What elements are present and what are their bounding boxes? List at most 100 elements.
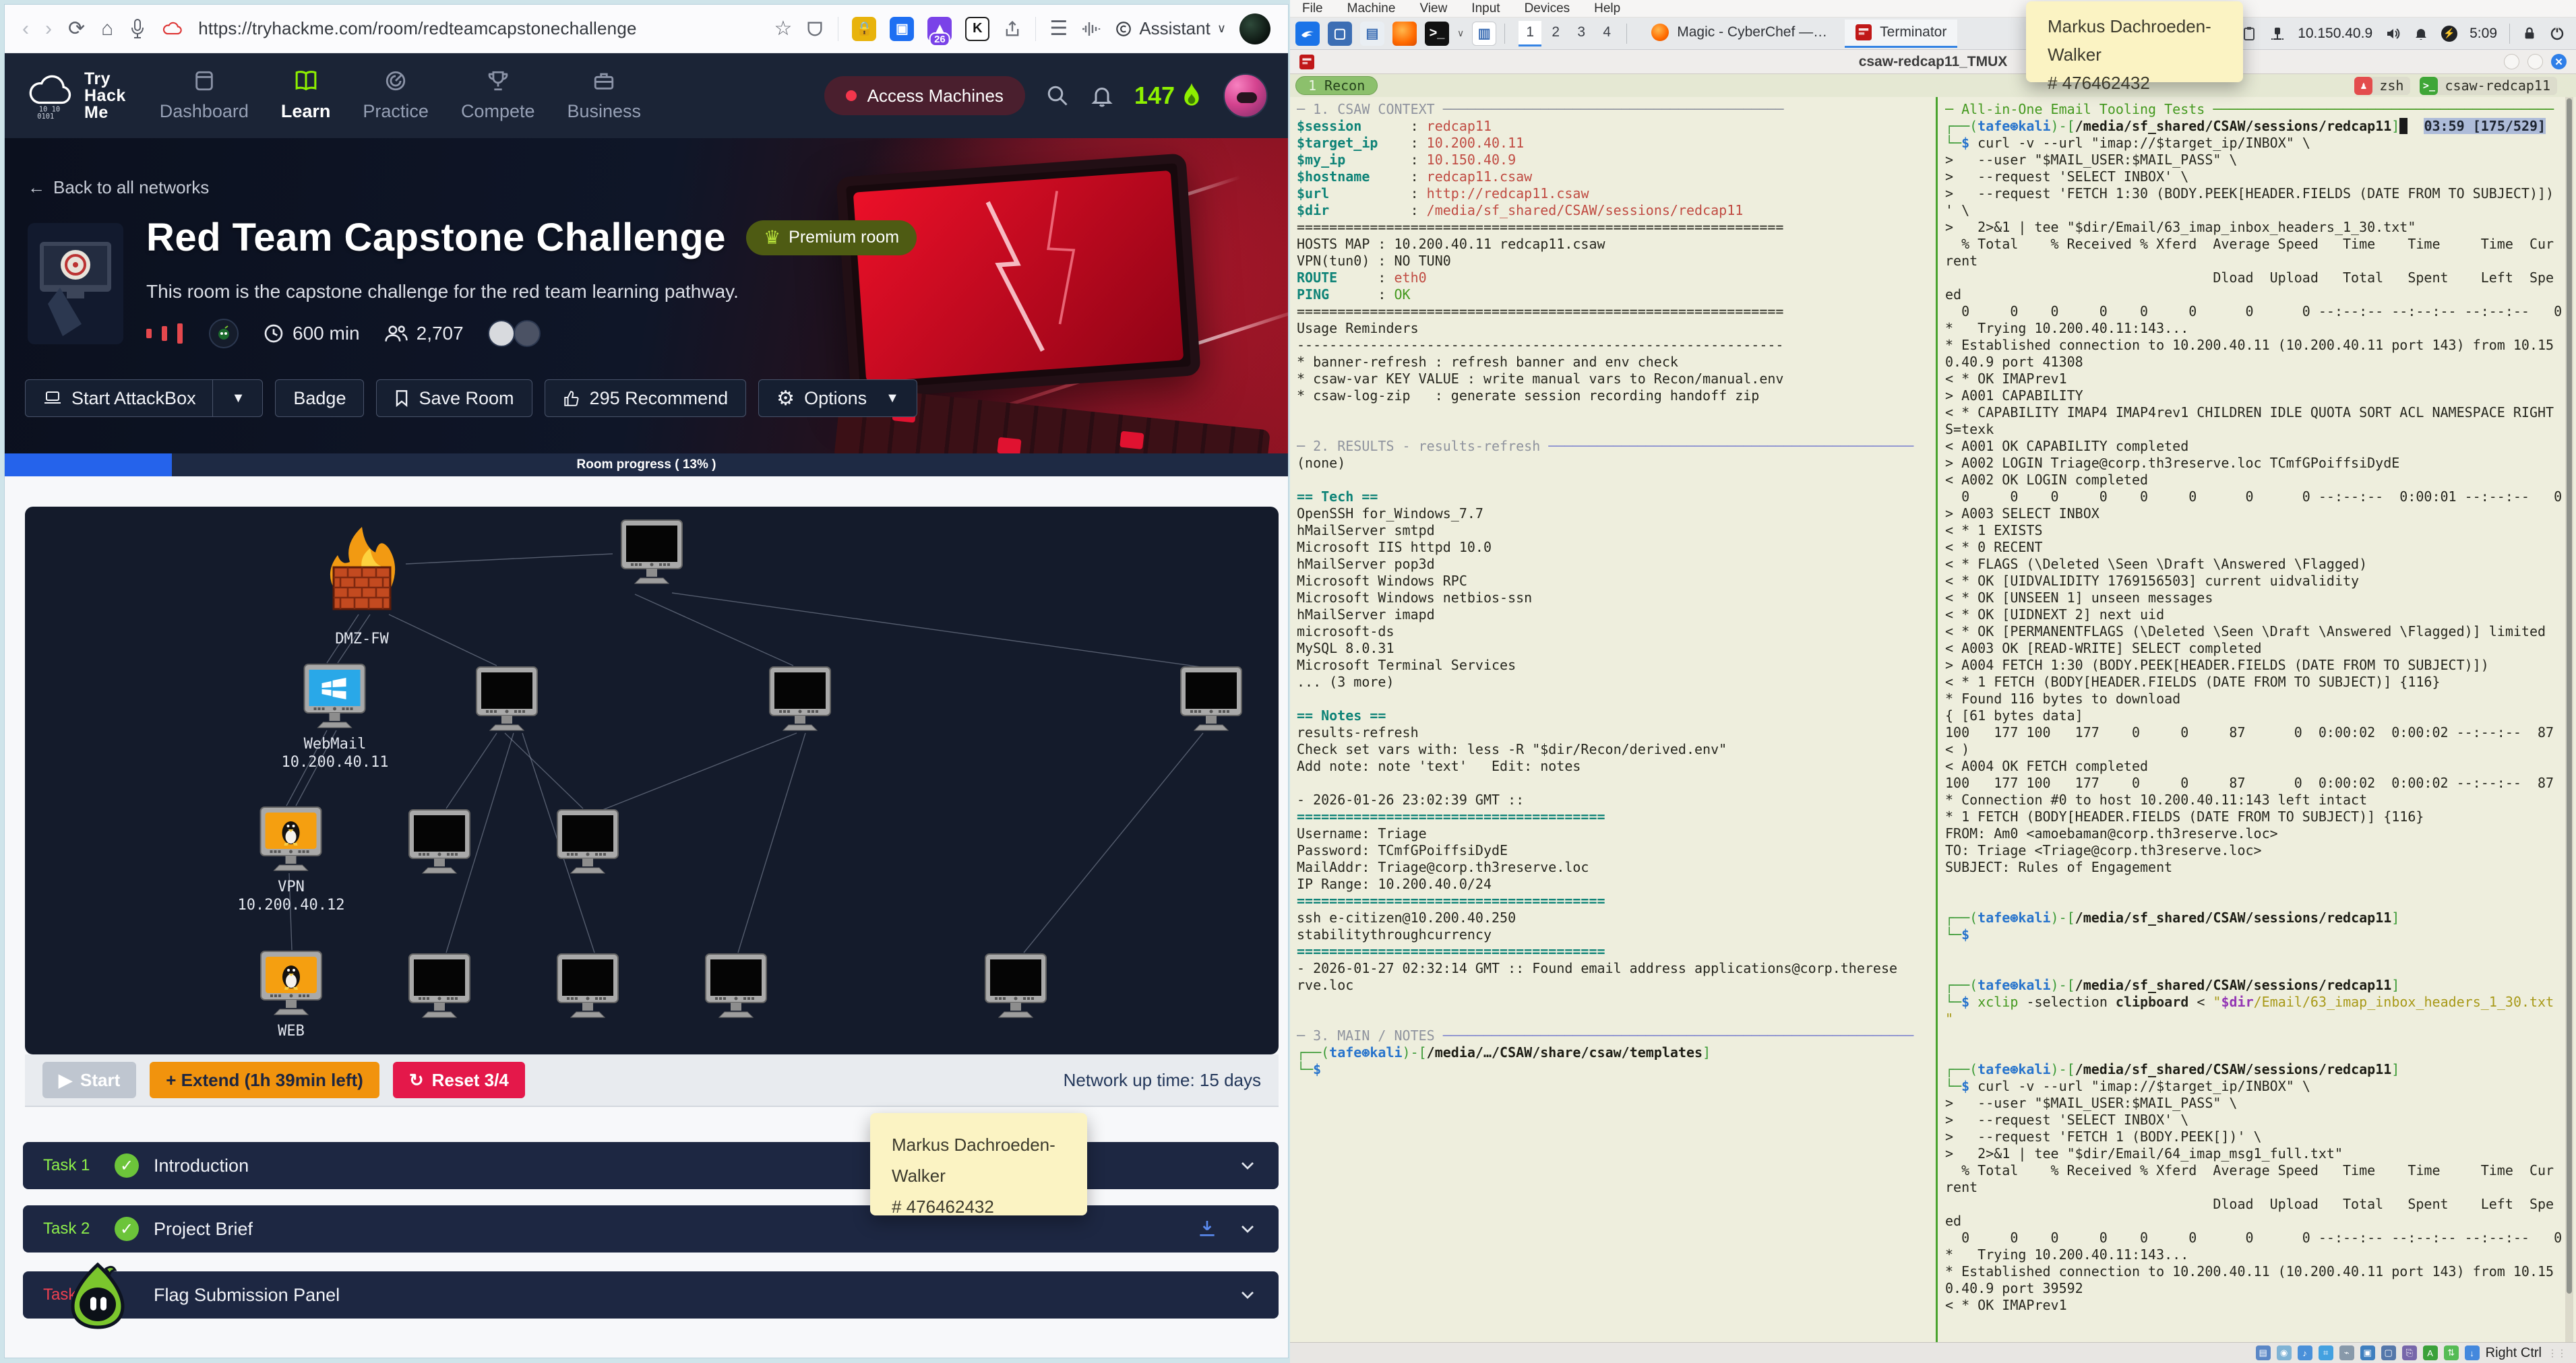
assistant-menu[interactable]: Assistant ∨ — [1115, 18, 1226, 39]
network-start-button[interactable]: ▶ Start — [42, 1062, 137, 1098]
harddisk-icon[interactable]: ▤ — [2255, 1345, 2271, 1360]
tmux-pane-right[interactable]: ─ All-in-One Email Tooling Tests ───────… — [1945, 101, 2563, 1342]
network-node-m9[interactable] — [699, 953, 773, 1023]
logout-icon[interactable] — [2549, 26, 2565, 42]
kali-menu-icon[interactable] — [1295, 21, 1320, 46]
task-row-2[interactable]: Task 2 ✓ Project Brief — [23, 1205, 1279, 1253]
menu-devices[interactable]: Devices — [1525, 1, 1570, 16]
url-text[interactable]: https://tryhackme.com/room/redteamcapsto… — [198, 18, 636, 39]
shared-folder-icon[interactable]: ▣ — [2360, 1345, 2375, 1360]
terminal-app-icon[interactable]: >_ — [1425, 21, 1449, 46]
thm-user-avatar[interactable] — [1223, 73, 1268, 118]
download-icon[interactable] — [1196, 1218, 1218, 1240]
tmux-window-tab[interactable]: 1 Recon — [1295, 76, 1378, 95]
network-node-vpn[interactable]: VPN 10.200.40.12 — [238, 806, 344, 914]
network-node-m2[interactable] — [470, 666, 544, 736]
forward-icon[interactable]: › — [45, 18, 52, 39]
nav-item-practice[interactable]: Practice — [363, 69, 429, 122]
access-machines-button[interactable]: Access Machines — [824, 76, 1025, 115]
tray-clock[interactable]: 5:09 — [2470, 26, 2497, 42]
audio-icon[interactable]: ♪ — [2297, 1345, 2312, 1360]
bookmark-star-icon[interactable]: ☆ — [774, 18, 793, 39]
microphone-icon[interactable] — [129, 18, 146, 40]
keyboard-indicator-icon[interactable]: A — [2422, 1345, 2438, 1360]
workspace-1[interactable]: 1 — [1519, 20, 1542, 46]
network-node-webmail[interactable]: WebMail 10.200.40.11 — [282, 663, 388, 771]
thm-logo[interactable]: 10 10 0101 Try Hack Me — [25, 69, 126, 122]
start-attackbox-button[interactable]: Start AttackBox ▼ — [25, 379, 264, 417]
browser-profile-avatar[interactable] — [1239, 13, 1270, 44]
display-icon[interactable]: ▢ — [2381, 1345, 2396, 1360]
nav-item-business[interactable]: Business — [568, 69, 641, 122]
workspace-3[interactable]: 3 — [1570, 21, 1593, 46]
volume-tray-icon[interactable] — [2385, 26, 2401, 42]
network-node-web[interactable]: WEB — [254, 950, 328, 1040]
menu-file[interactable]: File — [1302, 1, 1323, 16]
network-node-m7[interactable] — [402, 953, 477, 1023]
notes-app-icon[interactable]: ▥ — [1472, 21, 1497, 46]
workspace-2[interactable]: 2 — [1544, 21, 1567, 46]
menu-input[interactable]: Input — [1471, 1, 1500, 16]
share-icon[interactable] — [1003, 20, 1022, 38]
optical-disc-icon[interactable]: ◉ — [2276, 1345, 2292, 1360]
extension-k-icon[interactable]: K — [965, 16, 990, 41]
power-manager-tray-icon[interactable]: ⚡ — [2441, 25, 2458, 42]
extension-blue-icon[interactable]: ▣ — [890, 16, 915, 41]
network-node-m3[interactable] — [763, 666, 837, 736]
nav-item-learn[interactable]: Learn — [281, 69, 330, 122]
network-node-m6[interactable] — [551, 809, 625, 879]
clipboard-icon[interactable]: ⎘ — [2401, 1345, 2417, 1360]
task-row-3[interactable]: Task 3 Flag Submission Panel — [23, 1271, 1279, 1319]
chevron-down-icon[interactable] — [1237, 1155, 1258, 1176]
usb-icon[interactable]: ⌁ — [2339, 1345, 2354, 1360]
chevron-down-icon[interactable]: ∨ — [1457, 28, 1464, 39]
minimize-button[interactable] — [2504, 54, 2519, 69]
search-icon[interactable] — [1045, 84, 1070, 108]
terminal-scrollbar[interactable] — [2565, 97, 2573, 1342]
network-reset-button[interactable]: ↻ Reset 3/4 — [392, 1062, 525, 1098]
network-extend-button[interactable]: + Extend (1h 39min left) — [150, 1062, 379, 1098]
badge-button[interactable]: Badge — [275, 379, 365, 417]
folder-app-icon[interactable]: ▤ — [1360, 21, 1384, 46]
tmux-session[interactable]: ─ 1. CSAW CONTEXT ──────────────────────… — [1290, 97, 2576, 1342]
waveform-icon[interactable] — [1081, 20, 1101, 38]
network-tray-icon[interactable] — [2269, 26, 2286, 42]
pocket-icon[interactable] — [805, 20, 824, 38]
sync-icon[interactable]: ⇅ — [2443, 1345, 2459, 1360]
lock-screen-icon[interactable] — [2522, 26, 2537, 42]
firefox-app-icon[interactable] — [1392, 21, 1417, 46]
sidebars-icon[interactable]: ☰ — [1049, 18, 1068, 39]
extension-lock-icon[interactable]: 🔒 — [852, 16, 877, 41]
chevron-down-icon[interactable] — [1237, 1284, 1258, 1306]
clipboard-tray-icon[interactable] — [2241, 26, 2257, 42]
menu-view[interactable]: View — [1419, 1, 1447, 16]
network-node-dmz-fw[interactable]: DMZ-FW — [315, 524, 409, 648]
menu-machine[interactable]: Machine — [1347, 1, 1396, 16]
maximize-button[interactable] — [2527, 54, 2543, 69]
save-room-button[interactable]: Save Room — [376, 379, 532, 417]
back-to-networks-link[interactable]: ← Back to all networks — [28, 177, 209, 198]
notification-bell-tray-icon[interactable] — [2413, 26, 2429, 42]
network-node-m10[interactable] — [979, 953, 1053, 1023]
streak-counter[interactable]: 147 — [1134, 82, 1203, 110]
network-diagram[interactable]: DMZ-FW WebMail 10.200.40.11 VPN 10.200.4… — [25, 507, 1279, 1054]
tmux-pane-divider[interactable] — [1936, 97, 1938, 1342]
chevron-down-icon[interactable]: ▼ — [222, 391, 245, 406]
network-node-m1[interactable] — [615, 519, 689, 590]
options-button[interactable]: ⚙ Options ▼ — [758, 379, 917, 417]
terminator-titlebar[interactable]: csaw-redcap11_TMUX ✕ — [1290, 50, 2576, 74]
task-row-1[interactable]: Task 1 ✓ Introduction — [23, 1142, 1279, 1189]
network-node-m4[interactable] — [1174, 666, 1248, 736]
recommend-button[interactable]: 295 Recommend — [544, 379, 747, 417]
chevron-down-icon[interactable] — [1237, 1218, 1258, 1240]
tmux-pane-left[interactable]: ─ 1. CSAW CONTEXT ──────────────────────… — [1297, 101, 1933, 1342]
network-node-m5[interactable] — [402, 809, 477, 879]
extension-shield-icon[interactable]: ▲ 26 — [927, 16, 952, 46]
nav-item-dashboard[interactable]: Dashboard — [160, 69, 249, 122]
download-indicator-icon[interactable]: ↓ — [2464, 1345, 2480, 1360]
network-node-m8[interactable] — [551, 953, 625, 1023]
close-button[interactable]: ✕ — [2551, 54, 2567, 69]
home-icon[interactable]: ⌂ — [101, 18, 113, 39]
reload-icon[interactable]: ⟳ — [68, 18, 85, 39]
notifications-bell-icon[interactable] — [1090, 84, 1114, 108]
